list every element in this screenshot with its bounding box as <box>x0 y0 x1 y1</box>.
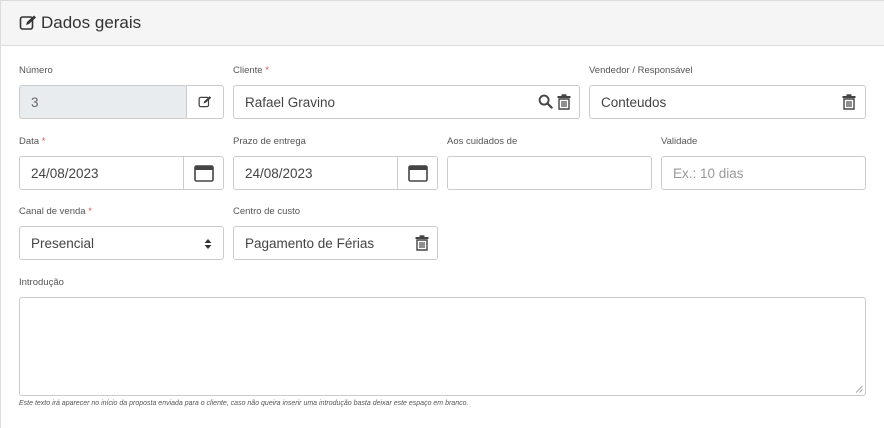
introducao-label: Introdução <box>19 277 64 288</box>
canal-select[interactable]: Presencial <box>19 226 224 260</box>
cliente-label: Cliente * <box>233 65 269 76</box>
trash-icon[interactable] <box>557 94 571 110</box>
cliente-input[interactable]: Rafael Gravino <box>233 85 580 119</box>
resize-handle-icon[interactable] <box>855 385 863 393</box>
canal-label: Canal de venda * <box>19 206 92 217</box>
vendedor-input[interactable]: Conteudos <box>589 85 866 119</box>
edit-numero-button[interactable] <box>186 85 224 119</box>
calendar-icon <box>408 165 428 182</box>
calendar-icon <box>194 165 214 182</box>
cuidados-input[interactable] <box>447 156 652 190</box>
prazo-input[interactable]: 24/08/2023 <box>233 156 398 190</box>
data-label: Data * <box>19 136 46 147</box>
trash-icon[interactable] <box>415 235 429 251</box>
introducao-help-text: Este texto irá aparecer no início da pro… <box>19 400 469 407</box>
data-input[interactable]: 24/08/2023 <box>19 156 184 190</box>
data-calendar-button[interactable] <box>183 156 224 190</box>
panel-header: Dados gerais <box>1 1 884 46</box>
centro-label: Centro de custo <box>233 206 301 217</box>
vendedor-label: Vendedor / Responsável <box>589 65 693 76</box>
prazo-calendar-button[interactable] <box>397 156 438 190</box>
sort-caret-icon <box>204 239 212 249</box>
edit-icon <box>19 15 36 30</box>
numero-label: Número <box>19 65 53 76</box>
cuidados-label: Aos cuidados de <box>447 136 518 147</box>
numero-field: 3 <box>19 85 187 119</box>
trash-icon[interactable] <box>842 94 856 110</box>
validade-input[interactable]: Ex.: 10 dias <box>661 156 866 190</box>
validade-label: Validade <box>661 136 698 147</box>
introducao-textarea[interactable] <box>19 297 866 396</box>
panel-title: Dados gerais <box>41 13 142 32</box>
edit-icon <box>198 96 212 108</box>
search-icon[interactable] <box>538 94 553 109</box>
prazo-label: Prazo de entrega <box>233 136 306 147</box>
centro-input[interactable]: Pagamento de Férias <box>233 226 438 260</box>
